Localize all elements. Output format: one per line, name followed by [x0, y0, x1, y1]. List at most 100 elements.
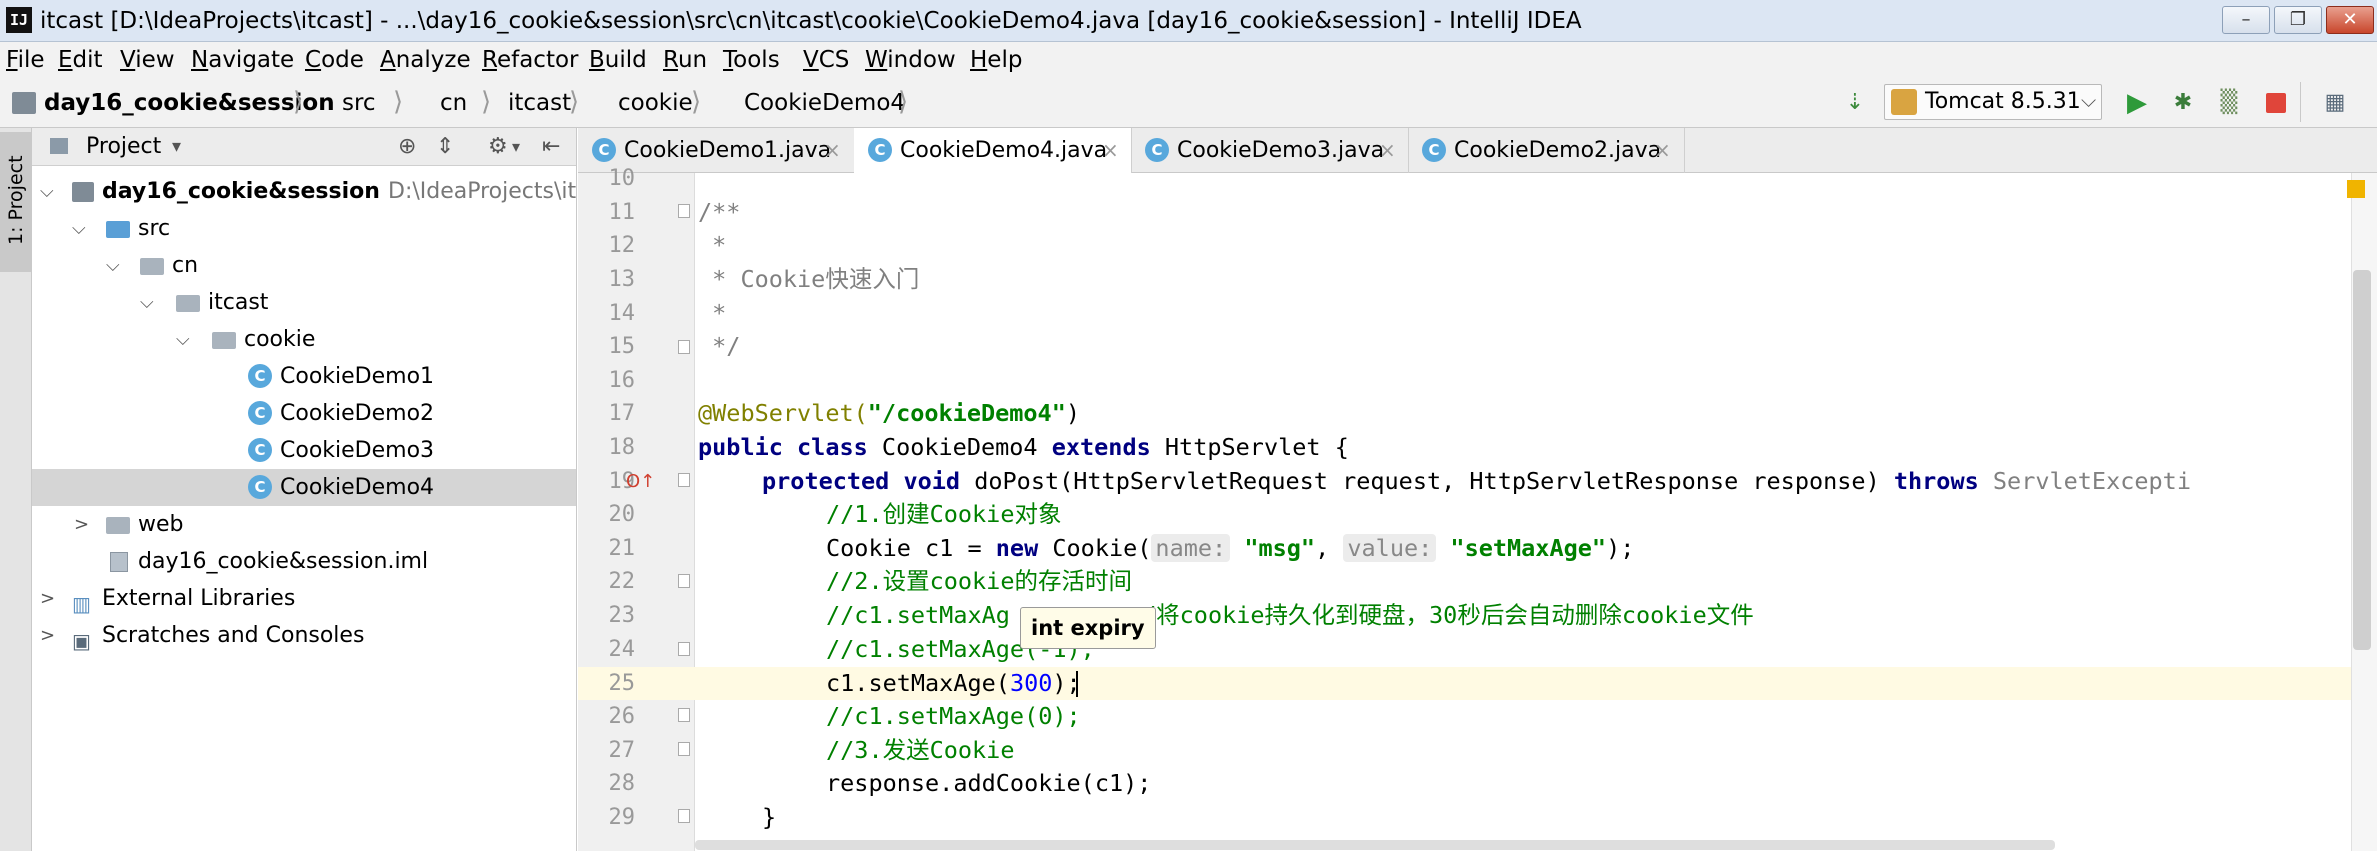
- menu-help[interactable]: Help: [970, 46, 1022, 74]
- run-configuration-select[interactable]: Tomcat 8.5.31 ⌵: [1884, 84, 2102, 120]
- coverage-icon[interactable]: ▒: [2216, 90, 2242, 116]
- chevron-down-icon[interactable]: ⌵: [176, 321, 190, 358]
- breadcrumb-separator-icon: ⟩: [481, 87, 492, 117]
- tree-item-cookie[interactable]: ⌵ cookie: [32, 321, 576, 358]
- maximize-button[interactable]: ❐: [2274, 6, 2322, 34]
- breadcrumb-cookiedemo4[interactable]: CookieDemo4: [744, 89, 905, 117]
- code-line-28: response.addCookie(c1);: [826, 769, 1152, 797]
- class-icon: C: [592, 138, 616, 162]
- tab-cookiedemo2[interactable]: C CookieDemo2.java ×: [1408, 128, 1685, 173]
- hide-panel-icon[interactable]: ⇤: [542, 132, 560, 162]
- chevron-down-icon[interactable]: ⌵: [40, 173, 54, 210]
- close-icon: ✕: [2342, 9, 2358, 30]
- chevron-down-icon[interactable]: ⌵: [72, 210, 86, 247]
- menu-run[interactable]: Run: [663, 46, 707, 74]
- horizontal-scrollbar-thumb[interactable]: [695, 840, 2055, 850]
- class-icon: C: [248, 438, 272, 462]
- breadcrumb-cookie[interactable]: cookie: [618, 89, 693, 117]
- fold-icon[interactable]: [678, 204, 690, 218]
- line-number: 16: [608, 368, 636, 393]
- breadcrumb-cn[interactable]: cn: [440, 89, 467, 117]
- chevron-right-icon[interactable]: >: [74, 506, 89, 543]
- code-line-21: Cookie c1 = new Cookie(name: "msg", valu…: [826, 532, 1634, 565]
- fold-icon[interactable]: [678, 473, 690, 487]
- chevron-right-icon[interactable]: >: [40, 580, 55, 617]
- tree-item-cookiedemo1[interactable]: C CookieDemo1: [32, 358, 576, 395]
- tree-item-external-libraries[interactable]: > ▥ External Libraries: [32, 580, 576, 617]
- code-line-22: //2.设置cookie的存活时间: [826, 567, 1132, 595]
- breadcrumb-src[interactable]: src: [342, 89, 376, 117]
- tree-item-cookiedemo2[interactable]: C CookieDemo2: [32, 395, 576, 432]
- breadcrumb-separator-icon: ⟩: [898, 87, 909, 117]
- menu-window[interactable]: Window: [865, 46, 956, 74]
- annotation: @WebServlet(: [698, 399, 868, 427]
- menu-view[interactable]: View: [120, 46, 175, 74]
- minimize-icon: –: [2241, 9, 2251, 30]
- fold-icon[interactable]: [678, 809, 690, 823]
- locate-icon[interactable]: ⊕: [398, 132, 416, 162]
- chevron-down-icon[interactable]: ⌵: [140, 284, 154, 321]
- project-structure-icon[interactable]: ▦: [2322, 90, 2348, 116]
- class-icon: C: [1145, 138, 1169, 162]
- parameter-hint: value:: [1343, 534, 1437, 562]
- fold-icon[interactable]: [678, 742, 690, 756]
- tree-item-label: cookie: [244, 327, 316, 352]
- gear-icon[interactable]: ⚙: [488, 132, 508, 162]
- override-marker-icon[interactable]: O↑: [626, 470, 655, 494]
- menu-refactor[interactable]: Refactor: [482, 46, 579, 74]
- stop-icon[interactable]: [2266, 93, 2286, 113]
- tree-item-itcast[interactable]: ⌵ itcast: [32, 284, 576, 321]
- fold-icon[interactable]: [678, 340, 690, 354]
- fold-icon[interactable]: [678, 574, 690, 588]
- tree-item-src[interactable]: ⌵ src: [32, 210, 576, 247]
- menu-vcs[interactable]: VCS: [803, 46, 849, 74]
- chevron-down-icon[interactable]: ▾: [172, 132, 181, 162]
- code-token: );: [1606, 534, 1635, 562]
- tree-item-label: CookieDemo4: [280, 475, 435, 500]
- build-icon[interactable]: ⇣: [1842, 90, 1868, 116]
- menu-edit[interactable]: Edit: [58, 46, 103, 74]
- project-panel-title[interactable]: Project: [86, 132, 161, 162]
- keyword: new: [995, 534, 1039, 562]
- string-literal: "/cookieDemo4": [867, 399, 1066, 427]
- menu-analyze[interactable]: Analyze: [380, 46, 471, 74]
- tree-item-module[interactable]: ⌵ day16_cookie&session D:\IdeaProjects\i…: [32, 173, 577, 210]
- menu-navigate[interactable]: Navigate: [191, 46, 294, 74]
- debug-icon[interactable]: ✱: [2170, 90, 2196, 116]
- tree-item-cookiedemo4[interactable]: C CookieDemo4: [32, 469, 576, 506]
- minimize-button[interactable]: –: [2222, 6, 2270, 34]
- line-number: 29: [608, 805, 636, 830]
- line-number: 26: [608, 704, 636, 729]
- chevron-down-icon[interactable]: ⌵: [106, 247, 120, 284]
- menu-file[interactable]: File: [6, 46, 45, 74]
- tree-item-cookiedemo3[interactable]: C CookieDemo3: [32, 432, 576, 469]
- run-icon[interactable]: ▶: [2124, 90, 2150, 116]
- fold-icon[interactable]: [678, 642, 690, 656]
- tree-item-cn[interactable]: ⌵ cn: [32, 247, 576, 284]
- tree-item-web[interactable]: > web: [32, 506, 576, 543]
- menu-code[interactable]: Code: [305, 46, 364, 74]
- tab-cookiedemo3[interactable]: C CookieDemo3.java ×: [1131, 128, 1409, 173]
- line-number: 22: [608, 569, 636, 594]
- close-icon[interactable]: ×: [1379, 128, 1396, 173]
- tree-item-path: D:\IdeaProjects\itcast: [388, 179, 577, 204]
- close-icon[interactable]: ×: [824, 128, 841, 173]
- chevron-right-icon[interactable]: >: [40, 617, 55, 654]
- close-button[interactable]: ✕: [2326, 6, 2374, 34]
- menu-tools[interactable]: Tools: [723, 46, 780, 74]
- menu-build[interactable]: Build: [589, 46, 647, 74]
- close-icon[interactable]: ×: [1102, 128, 1119, 173]
- project-panel-header: Project ▾ ⊕ ⇕ ⚙ ▾ ⇤: [32, 128, 576, 166]
- warning-stripe-icon[interactable]: [2347, 180, 2365, 198]
- breadcrumb-itcast[interactable]: itcast: [508, 89, 571, 117]
- collapse-all-icon[interactable]: ⇕: [436, 132, 454, 162]
- close-icon[interactable]: ×: [1654, 128, 1671, 173]
- tree-item-iml[interactable]: day16_cookie&session.iml: [32, 543, 576, 580]
- class-icon: C: [248, 475, 272, 499]
- tree-item-scratches[interactable]: > ▣ Scratches and Consoles: [32, 617, 576, 654]
- vertical-scrollbar-thumb[interactable]: [2353, 270, 2371, 650]
- chevron-down-icon[interactable]: ▾: [512, 132, 520, 162]
- tab-cookiedemo4[interactable]: C CookieDemo4.java ×: [854, 128, 1132, 176]
- fold-icon[interactable]: [678, 708, 690, 722]
- breadcrumb-module[interactable]: day16_cookie&session: [44, 89, 335, 117]
